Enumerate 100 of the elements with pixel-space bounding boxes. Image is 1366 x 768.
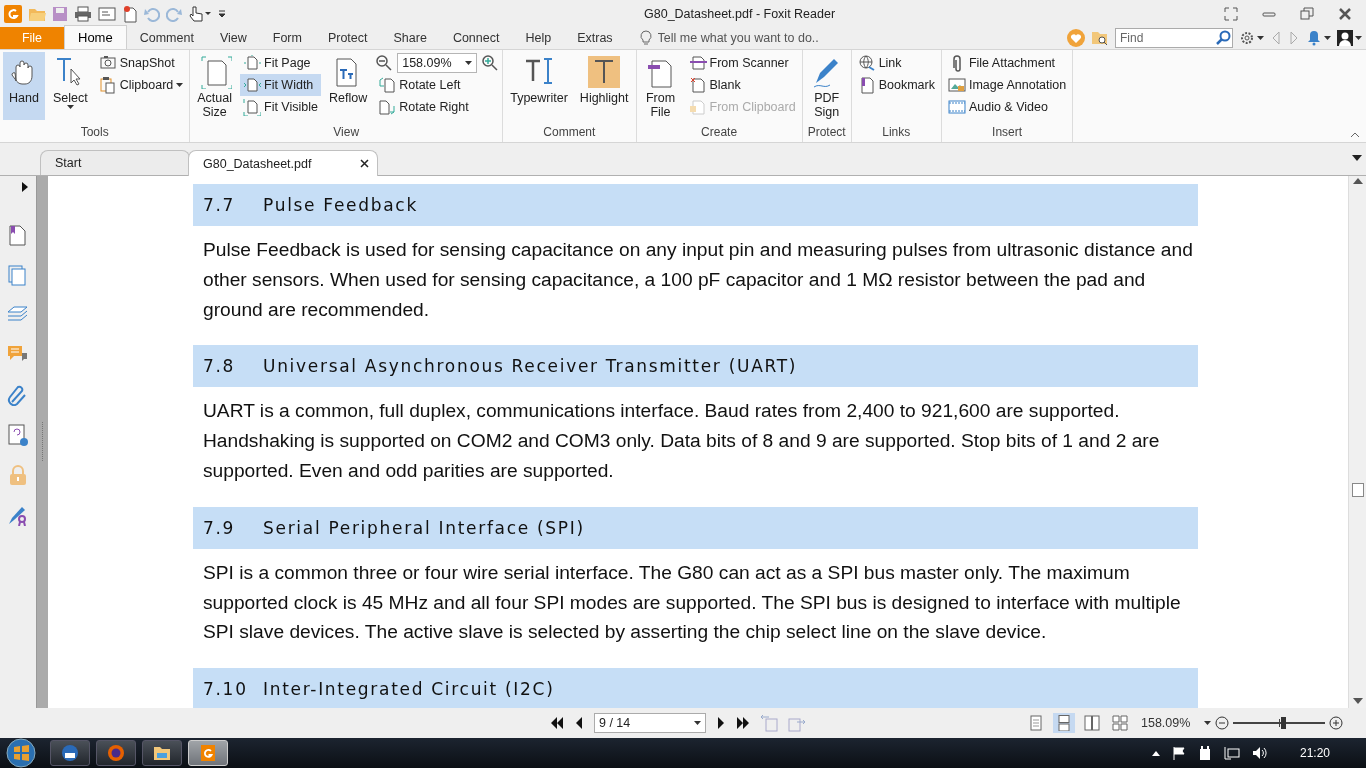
- ribbon-button[interactable]: Fit Width: [240, 74, 321, 96]
- paragraph: SPI is a common three or four wire serial interface. The G80 can act as a SPI bus master only. The maximum supported clock is 45 MHz and all four SPI modes are supported. The SPI bus is designed to interface with multiple SPI slave devices. The active slave is selected by asserting the chip select line on the slave device.: [203, 560, 1182, 645]
- flag-icon[interactable]: [1171, 746, 1186, 760]
- signed-document-icon[interactable]: [7, 424, 29, 446]
- user-avatar-icon[interactable]: [1337, 30, 1353, 46]
- tab-list-caret-icon[interactable]: [1352, 155, 1362, 161]
- zoom-in-icon[interactable]: [1329, 716, 1344, 730]
- pen-ribbon-icon[interactable]: [7, 504, 29, 526]
- scrollbar-thumb-icon[interactable]: [1351, 483, 1364, 497]
- menu-tab[interactable]: Help: [512, 27, 565, 49]
- ribbon-button[interactable]: Fit Visible: [240, 96, 321, 118]
- tell-me-field[interactable]: Tell me what you want to do..: [657, 31, 848, 45]
- zoom-out-icon[interactable]: [1215, 716, 1230, 730]
- menu-tab[interactable]: Comment: [126, 27, 207, 49]
- section-title: Serial Peripheral Interface (SPI): [263, 517, 585, 538]
- document-tab[interactable]: Start: [40, 150, 190, 175]
- paperclip-icon[interactable]: [7, 384, 29, 406]
- printer-icon[interactable]: [74, 6, 92, 22]
- view-mode-button[interactable]: [1053, 713, 1075, 733]
- pages-icon[interactable]: [7, 264, 29, 286]
- group-label: View: [332, 124, 361, 141]
- taskbar-app-button[interactable]: [142, 740, 182, 766]
- section-title: Universal Asynchronous Receiver Transmitter (UART): [263, 356, 798, 377]
- speaker-icon[interactable]: [1251, 746, 1268, 760]
- zoom-slider-thumb[interactable]: [1281, 717, 1287, 729]
- customize-caret-icon[interactable]: [218, 10, 226, 18]
- caret-icon: [1355, 36, 1362, 40]
- hand-pointer-icon[interactable]: [188, 5, 212, 23]
- ribbon-button[interactable]: Blank: [685, 74, 799, 96]
- scroll-down-icon[interactable]: [1352, 698, 1363, 704]
- camera-icon: [98, 54, 117, 72]
- ribbon-button[interactable]: Actual Size: [193, 52, 236, 120]
- next-page-icon[interactable]: [716, 716, 726, 730]
- ribbon-button[interactable]: Rotate Right: [375, 96, 500, 118]
- document-tab[interactable]: G80_Datasheet.pdf: [188, 150, 378, 176]
- ribbon-button[interactable]: PDF Sign: [805, 52, 848, 120]
- menu-tab[interactable]: Connect: [439, 27, 513, 49]
- close-icon[interactable]: [360, 159, 369, 168]
- email-icon[interactable]: [98, 7, 116, 21]
- gear-icon[interactable]: [1239, 30, 1255, 46]
- caret-icon: [1324, 36, 1331, 40]
- scroll-up-icon[interactable]: [1352, 178, 1363, 184]
- blank-page-icon: [688, 76, 707, 94]
- ribbon-button[interactable]: Clipboard: [95, 74, 187, 96]
- show-hidden-icons-icon[interactable]: [1151, 750, 1160, 756]
- menu-tab[interactable]: Form: [259, 27, 315, 49]
- ribbon-button[interactable]: Image Annotation: [944, 74, 1070, 96]
- collapse-ribbon-icon[interactable]: [1350, 132, 1360, 138]
- view-mode-button[interactable]: [1109, 713, 1131, 733]
- app-logo-icon[interactable]: [4, 5, 22, 23]
- group-label: Comment: [542, 124, 597, 141]
- start-button-icon[interactable]: [6, 738, 36, 768]
- group-label: Protect: [806, 124, 847, 141]
- ribbon-button[interactable]: Fit Page: [240, 52, 321, 74]
- splitter-grip-icon[interactable]: [41, 422, 44, 462]
- page-number-field[interactable]: 9 / 14: [594, 713, 706, 733]
- continuous-page-icon: [1056, 715, 1072, 731]
- expand-panel-icon[interactable]: [22, 182, 28, 192]
- image-icon: [947, 76, 966, 94]
- taskbar-app-button[interactable]: [50, 740, 90, 766]
- view-mode-button[interactable]: [1081, 713, 1103, 733]
- fit-page-icon: [243, 54, 261, 72]
- ribbon-button[interactable]: Audio & Video: [944, 96, 1070, 118]
- ribbon-button[interactable]: File Attachment: [944, 52, 1070, 74]
- menu-tab[interactable]: Share: [380, 27, 440, 49]
- ribbon-button[interactable]: SnapShot: [95, 52, 187, 74]
- ribbon-button[interactable]: From File: [639, 52, 682, 120]
- first-page-icon[interactable]: [550, 716, 564, 730]
- close-icon[interactable]: [1338, 7, 1352, 21]
- caret-icon: [1257, 36, 1264, 40]
- bell-icon[interactable]: [1306, 30, 1322, 46]
- menu-tab[interactable]: Extras: [564, 27, 626, 49]
- previous-page-icon[interactable]: [574, 716, 584, 730]
- zoom-out-icon[interactable]: [375, 54, 394, 72]
- search-icon[interactable]: [1215, 30, 1231, 46]
- zoom-in-icon[interactable]: [481, 54, 500, 72]
- ribbon-button[interactable]: Typewriter: [506, 52, 572, 120]
- network-icon[interactable]: [1223, 746, 1240, 760]
- ribbon-button[interactable]: Select: [49, 52, 92, 120]
- find-field[interactable]: Find: [1115, 28, 1233, 48]
- ribbon-button[interactable]: Rotate Left: [375, 74, 500, 96]
- ribbon-button[interactable]: Highlight: [575, 52, 633, 120]
- new-document-icon[interactable]: [122, 5, 138, 23]
- zoom-field[interactable]: 158.09%: [397, 53, 478, 73]
- ribbon-button[interactable]: Reflow: [325, 52, 372, 120]
- ribbon-button[interactable]: Bookmark: [854, 74, 938, 96]
- single-page-icon: [1028, 715, 1044, 731]
- menu-tab[interactable]: Home: [64, 25, 127, 49]
- ribbon-button[interactable]: Hand: [3, 52, 45, 120]
- menu-tab[interactable]: View: [206, 27, 260, 49]
- restore-icon[interactable]: [1300, 7, 1314, 21]
- last-page-icon[interactable]: [736, 716, 750, 730]
- ribbon-button[interactable]: Link: [854, 52, 938, 74]
- bookmark-page-icon[interactable]: [7, 224, 29, 246]
- ribbon-button[interactable]: From Scanner: [685, 52, 799, 74]
- menu-tab[interactable]: Protect: [314, 27, 381, 49]
- caret-icon: [176, 83, 184, 87]
- mail-client-icon: [60, 743, 80, 763]
- group-label: Tools: [79, 124, 110, 141]
- folder-search-icon[interactable]: [1091, 30, 1109, 46]
